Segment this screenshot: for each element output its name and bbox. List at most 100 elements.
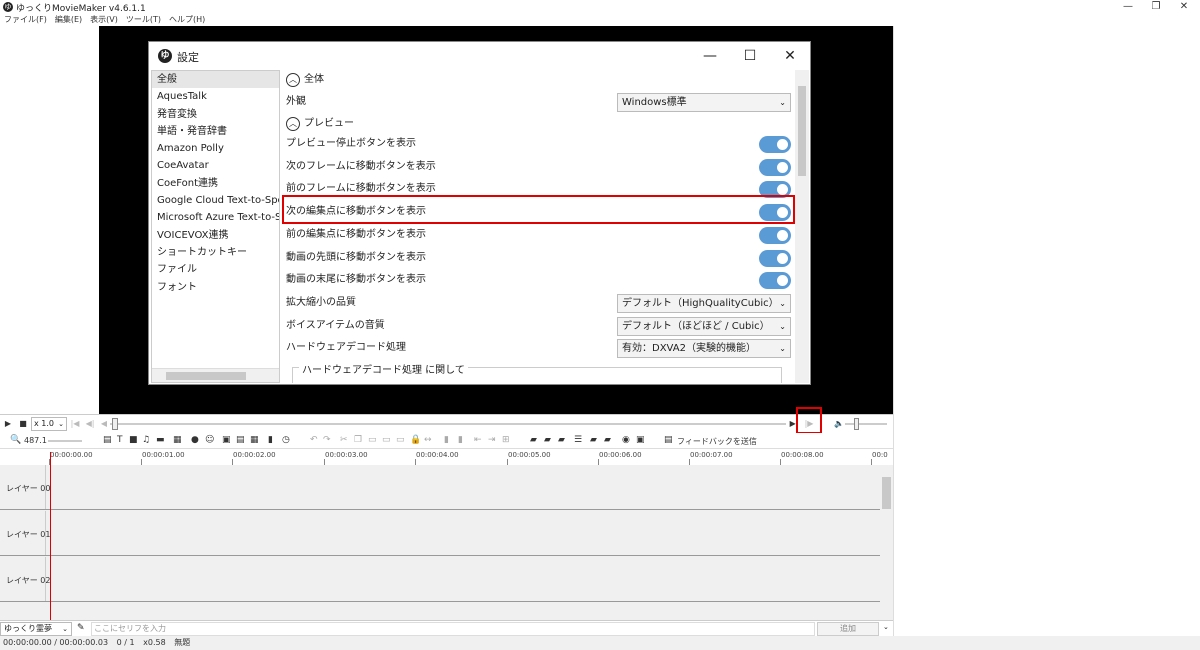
section-preview[interactable]: ︿ プレビュー (286, 114, 791, 134)
go-to-start-icon[interactable]: |◀ (68, 417, 82, 431)
chevron-up-icon[interactable]: ︿ (286, 117, 300, 131)
dialogue-input[interactable]: ここにセリフを入力 (91, 622, 815, 636)
appearance-select[interactable]: Windows標準 ⌄ (617, 93, 791, 112)
prev-frame-icon[interactable]: ◀| (83, 417, 97, 431)
playhead[interactable] (50, 452, 51, 638)
copy-icon[interactable]: ❐ (354, 435, 362, 445)
seek-thumb[interactable] (112, 418, 118, 430)
voice-quality-select[interactable]: デフォルト（ほどほど / Cubic） ⌄ (617, 317, 791, 336)
voice-settings-icon[interactable]: ✎ (77, 623, 85, 633)
stop-icon[interactable]: ■ (16, 417, 30, 431)
nav-item-coeavatar[interactable]: CoeAvatar (152, 157, 279, 174)
timeline-ruler[interactable]: 00:00:00.00 00:00:01.00 00:00:02.00 00:0… (0, 449, 893, 465)
nav-item-coefont[interactable]: CoeFont連携 (152, 175, 279, 192)
timeline-vertical-scrollbar[interactable] (880, 465, 893, 620)
delete-layer-icon[interactable]: ▮ (458, 435, 463, 445)
minimize-button[interactable]: — (1114, 0, 1142, 14)
new-file-icon[interactable]: ▰ (530, 435, 537, 445)
seek-track[interactable] (110, 423, 786, 425)
render-icon[interactable]: ▰ (604, 435, 611, 445)
align-icon[interactable]: ⊞ (502, 435, 510, 445)
volume-icon[interactable]: 🔈 (832, 417, 846, 431)
dialog-minimize-button[interactable]: — (695, 46, 725, 66)
settings-icon[interactable]: ☰ (574, 435, 582, 445)
split-icon[interactable]: ▭ (396, 435, 405, 445)
align-left-icon[interactable]: ⇤ (474, 435, 482, 445)
dialog-maximize-button[interactable]: ☐ (735, 46, 765, 66)
dialog-close-button[interactable]: ✕ (775, 46, 805, 66)
cut-icon[interactable]: ✂ (340, 435, 348, 445)
effect-icon[interactable]: ▦ (173, 435, 182, 445)
settings-scroll-thumb[interactable] (798, 86, 806, 176)
chevron-up-icon[interactable]: ︿ (286, 73, 300, 87)
feedback-button[interactable]: フィードバックを送信 (677, 436, 757, 447)
volume-track[interactable] (845, 423, 887, 425)
speed-select[interactable]: x 1.0 ⌄ (31, 417, 67, 431)
menu-edit[interactable]: 編集(E) (55, 14, 82, 26)
save-file-icon[interactable]: ▰ (558, 435, 565, 445)
nav-item-voicevox[interactable]: VOICEVOX連携 (152, 227, 279, 244)
show-stop-button-toggle[interactable] (759, 136, 791, 153)
nav-item-dictionary[interactable]: 単語・発音辞書 (152, 123, 279, 140)
maximize-button[interactable]: ❐ (1142, 0, 1170, 14)
audio-icon[interactable]: ♫ (142, 435, 150, 445)
face-icon[interactable]: ☺ (205, 435, 214, 445)
nav-horizontal-scrollbar[interactable] (152, 368, 279, 382)
character-icon[interactable]: ● (191, 435, 199, 445)
delete-icon[interactable]: ▮ (444, 435, 449, 445)
add-button[interactable]: 追加 (817, 622, 879, 636)
undo-icon[interactable]: ↶ (310, 435, 318, 445)
nav-item-pronunciation[interactable]: 発音変換 (152, 106, 279, 123)
show-prev-edit-point-toggle[interactable] (759, 227, 791, 244)
nav-item-azure-tts[interactable]: Microsoft Azure Text-to-Speech (152, 209, 279, 226)
scaling-quality-select[interactable]: デフォルト（HighQualityCubic） ⌄ (617, 294, 791, 313)
nav-item-amazon-polly[interactable]: Amazon Polly (152, 140, 279, 157)
save-icon[interactable]: ▮ (268, 435, 273, 445)
text-item-icon[interactable]: ▤ (103, 435, 112, 445)
scene-icon[interactable]: ▣ (222, 435, 231, 445)
show-next-frame-toggle[interactable] (759, 159, 791, 176)
settings-vertical-scrollbar[interactable] (795, 70, 809, 383)
prev-edit-point-icon[interactable]: ◀ (97, 417, 111, 431)
show-go-to-start-toggle[interactable] (759, 250, 791, 267)
hw-decode-select[interactable]: 有効：DXVA2（実験的機能） ⌄ (617, 339, 791, 358)
clock-icon[interactable]: ◷ (282, 435, 290, 445)
layer-row[interactable]: レイヤー 00 (0, 465, 880, 510)
grid-icon[interactable]: ▦ (250, 435, 259, 445)
image-icon[interactable]: ▬ (156, 435, 165, 445)
menu-help[interactable]: ヘルプ(H) (169, 14, 205, 26)
video-icon[interactable]: ■ (129, 435, 138, 445)
nav-item-google-tts[interactable]: Google Cloud Text-to-Speech (152, 192, 279, 209)
export-icon[interactable]: ▰ (590, 435, 597, 445)
show-go-to-end-toggle[interactable] (759, 272, 791, 289)
redo-icon[interactable]: ↷ (323, 435, 331, 445)
open-folder-icon[interactable]: ▰ (544, 435, 551, 445)
nav-item-aquestalk[interactable]: AquesTalk (152, 88, 279, 105)
menu-view[interactable]: 表示(V) (90, 14, 118, 26)
timeline-scroll-thumb[interactable] (882, 477, 891, 509)
duplicate-icon[interactable]: ▭ (382, 435, 391, 445)
volume-thumb[interactable] (854, 418, 859, 430)
zoom-slider[interactable] (48, 440, 82, 442)
nav-item-font[interactable]: フォント (152, 279, 279, 296)
layer-row[interactable]: レイヤー 01 (0, 511, 880, 556)
layer-row[interactable]: レイヤー 02 (0, 557, 880, 602)
character-select[interactable]: ゆっくり霊夢 ⌄ (0, 622, 72, 636)
text-icon[interactable]: T (117, 435, 123, 445)
move-icon[interactable]: ↔ (424, 435, 432, 445)
camera-icon[interactable]: ◉ (622, 435, 630, 445)
chevron-down-icon[interactable]: ⌄ (883, 623, 889, 631)
nav-item-shortcuts[interactable]: ショートカットキー (152, 244, 279, 261)
paste-icon[interactable]: ▭ (368, 435, 377, 445)
play-icon[interactable]: ▶ (1, 417, 15, 431)
feedback-icon[interactable]: ▤ (664, 435, 673, 445)
nav-scroll-thumb[interactable] (166, 372, 246, 380)
menu-tools[interactable]: ツール(T) (126, 14, 161, 26)
nav-item-general[interactable]: 全般 (152, 71, 279, 89)
snapshot-icon[interactable]: ▣ (636, 435, 645, 445)
nav-item-file[interactable]: ファイル (152, 261, 279, 278)
menu-file[interactable]: ファイル(F) (4, 14, 47, 26)
lock-icon[interactable]: 🔒 (410, 435, 421, 445)
align-right-icon[interactable]: ⇥ (488, 435, 496, 445)
close-button[interactable]: ✕ (1170, 0, 1198, 14)
